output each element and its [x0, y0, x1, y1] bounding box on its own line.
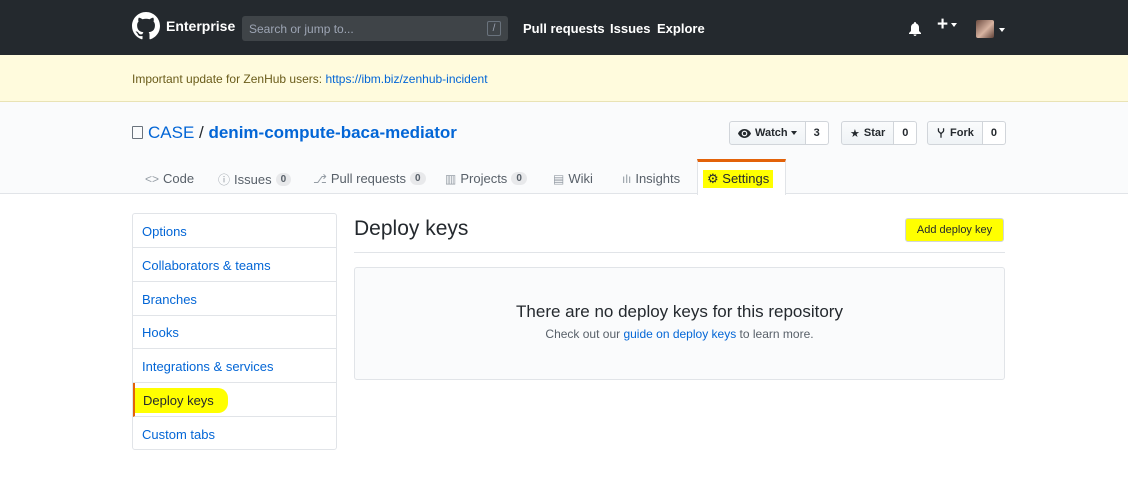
- repo-icon: [132, 126, 143, 139]
- tab-settings[interactable]: ⚙ Settings: [697, 159, 786, 195]
- avatar-dropdown[interactable]: [996, 21, 1005, 37]
- project-icon: ▥: [445, 171, 457, 186]
- nav-explore[interactable]: Explore: [657, 21, 705, 36]
- watch-count[interactable]: 3: [805, 121, 829, 145]
- star-group: ★ Star 0: [841, 121, 918, 145]
- empty-state-heading: There are no deploy keys for this reposi…: [516, 302, 843, 321]
- sidebar-item-custom-tabs[interactable]: Custom tabs: [133, 417, 336, 451]
- bell-icon[interactable]: [909, 22, 921, 36]
- fork-count[interactable]: 0: [982, 121, 1006, 145]
- nav-issues[interactable]: Issues: [610, 21, 650, 36]
- star-button[interactable]: ★ Star: [841, 121, 895, 145]
- sidebar-item-integrations[interactable]: Integrations & services: [133, 349, 336, 383]
- empty-state-text: Check out our guide on deploy keys to le…: [545, 327, 814, 341]
- star-count[interactable]: 0: [894, 121, 918, 145]
- repo-name-link[interactable]: denim-compute-baca-mediator: [208, 123, 456, 142]
- issues-counter: 0: [275, 173, 292, 186]
- chevron-down-icon: [951, 22, 958, 27]
- repo-owner-link[interactable]: CASE: [148, 123, 194, 142]
- tab-issues[interactable]: ⓘ Issues 0: [218, 171, 292, 188]
- github-logo-icon[interactable]: [132, 12, 160, 40]
- banner-link[interactable]: https://ibm.biz/zenhub-incident: [325, 72, 487, 86]
- pull-request-icon: ⎇: [313, 171, 327, 186]
- nav-pull-requests[interactable]: Pull requests: [523, 21, 605, 36]
- brand-label[interactable]: Enterprise: [166, 18, 235, 34]
- tab-code[interactable]: <> Code: [145, 171, 194, 186]
- code-icon: <>: [145, 171, 160, 186]
- settings-sidebar: Options Collaborators & teams Branches H…: [132, 213, 337, 450]
- avatar[interactable]: [976, 20, 994, 38]
- eye-icon: [738, 128, 751, 138]
- star-icon: ★: [850, 127, 860, 140]
- chevron-down-icon: [790, 131, 797, 135]
- fork-group: Fork 0: [927, 121, 1006, 145]
- fork-icon: [937, 128, 945, 138]
- pulls-counter: 0: [409, 172, 426, 185]
- sidebar-item-options[interactable]: Options: [133, 214, 336, 248]
- issue-icon: ⓘ: [218, 173, 231, 187]
- sidebar-item-branches[interactable]: Branches: [133, 282, 336, 316]
- search-box[interactable]: /: [242, 16, 508, 41]
- title-divider: [354, 252, 1005, 253]
- tab-pull-requests[interactable]: ⎇ Pull requests 0: [313, 171, 426, 186]
- add-deploy-key-button[interactable]: Add deploy key: [905, 218, 1004, 242]
- announcement-banner: Important update for ZenHub users: https…: [0, 55, 1128, 102]
- projects-counter: 0: [511, 172, 527, 185]
- chevron-down-icon: [999, 28, 1005, 33]
- tab-insights[interactable]: ılı Insights: [622, 171, 680, 186]
- sidebar-item-collaborators[interactable]: Collaborators & teams: [133, 248, 336, 282]
- tab-wiki[interactable]: ▤ Wiki: [553, 171, 593, 186]
- banner-message: Important update for ZenHub users: https…: [132, 72, 488, 86]
- book-icon: ▤: [553, 171, 565, 186]
- watch-group: Watch 3: [729, 121, 829, 145]
- gear-icon: ⚙: [707, 171, 719, 186]
- watch-button[interactable]: Watch: [729, 121, 806, 145]
- top-header: Enterprise / Pull requests Issues Explor…: [0, 0, 1128, 55]
- sidebar-item-deploy-keys[interactable]: Deploy keys: [133, 383, 336, 417]
- graph-icon: ılı: [622, 171, 632, 186]
- page-title: Deploy keys: [354, 217, 469, 240]
- plus-icon[interactable]: +: [937, 15, 958, 34]
- sidebar-item-hooks[interactable]: Hooks: [133, 315, 336, 349]
- empty-state: There are no deploy keys for this reposi…: [354, 267, 1005, 380]
- fork-button[interactable]: Fork: [927, 121, 983, 145]
- repo-title: CASE / denim-compute-baca-mediator: [148, 123, 457, 142]
- slash-shortcut-hint: /: [487, 21, 501, 36]
- search-input[interactable]: [242, 16, 472, 41]
- tab-settings-label: Settings: [722, 171, 770, 186]
- tab-projects[interactable]: ▥ Projects 0: [445, 171, 527, 186]
- deploy-keys-guide-link[interactable]: guide on deploy keys: [623, 327, 736, 341]
